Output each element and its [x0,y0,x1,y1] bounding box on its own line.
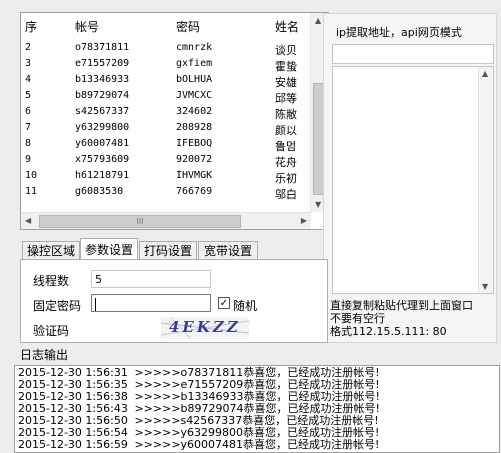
cell-password: cmnrzk [176,42,213,53]
proxy-note-line: 不要有空行 [330,312,385,325]
cell-account: h61218791 [75,170,130,181]
cell-name: 陈敝 [275,108,297,121]
scroll-up-icon[interactable]: ▲ [315,16,321,25]
cell-account: b89729074 [75,90,130,101]
cell-name: 花舟 [275,156,297,169]
header-password[interactable]: 密码 [176,18,200,35]
cell-index: 10 [25,170,38,181]
table-row[interactable]: 2 o78371811 cmnrzk 谈贝 [21,41,305,57]
cell-index: 5 [25,90,32,101]
cell-password: 208928 [176,122,213,133]
cell-name: 安雄 [275,76,297,89]
header-account[interactable]: 帐号 [75,18,99,35]
proxy-instructions: 直接复制粘贴代理到上面窗口 不要有空行 格式112.15.5.111: 80 [330,299,500,338]
cell-account: e71557209 [75,58,130,69]
threads-label: 线程数 [33,274,70,288]
table-row[interactable]: 7 y63299800 208928 颜以 [21,121,305,137]
table-row[interactable]: 8 y60007481 IFEBOQ 鲁멈 [21,137,305,153]
cell-password: 920072 [176,154,213,165]
header-index[interactable]: 序 [25,18,37,35]
log-output[interactable]: 2015-12-30 1:56:31 >>>>>o78371811恭喜您，已经成… [14,365,500,453]
scroll-down-icon[interactable]: ▼ [482,282,488,291]
cell-name: 邱等 [275,92,297,105]
cell-name: 谈贝 [275,44,297,57]
random-password-checkbox[interactable]: ✓ [218,297,230,309]
proxy-panel-title: ip提取地址，api网页模式 [336,26,462,39]
cell-password: IHVMGK [176,170,213,181]
cell-index: 3 [25,58,32,69]
table-row[interactable]: 11 g6083530 766769 邬白 [21,185,305,201]
cell-index: 4 [25,74,32,85]
proxy-note-line: 格式112.15.5.111: 80 [330,325,447,338]
table-row[interactable]: 9 x75793609 920072 花舟 [21,153,305,169]
proxy-list-scrollbar[interactable]: ▲ ▼ [478,67,493,293]
proxy-list-textarea[interactable]: ▲ ▼ [332,66,494,294]
cell-name: 霍蛰 [275,60,297,73]
cell-account: o78371811 [75,42,130,53]
scroll-grip: III [136,217,144,226]
cell-password: gxfiem [176,58,213,69]
tab-parameter-settings[interactable]: 参数设置 [80,238,138,261]
tab-control-area[interactable]: 操控区域 [22,241,80,260]
captcha-input[interactable] [91,319,159,337]
cell-index: 8 [25,138,32,149]
cell-name: 颜以 [275,124,297,137]
proxy-url-input[interactable] [332,44,494,64]
horizontal-scroll-thumb[interactable]: III [39,215,241,228]
cell-password: bOLHUA [176,74,213,85]
proxy-panel: ip提取地址，api网页模式 ▲ ▼ 直接复制粘贴代理到上面窗口 不要有空行 格… [323,13,497,343]
cell-account: x75793609 [75,154,130,165]
cell-index: 6 [25,106,32,117]
scroll-left-icon[interactable]: ◀ [25,216,31,225]
table-row[interactable]: 5 b89729074 JVMCXC 邱等 [21,89,305,105]
cell-password: IFEBOQ [176,138,213,149]
cell-index: 2 [25,42,32,53]
header-name[interactable]: 姓名 [275,18,299,35]
table-row[interactable]: 6 s42567337 324602 陈敝 [21,105,305,121]
cell-account: g6083530 [75,186,124,197]
log-title: 日志输出 [20,348,69,362]
table-row[interactable]: 3 e71557209 gxfiem 霍蛰 [21,57,305,73]
cell-password: 766769 [176,186,213,197]
table-horizontal-scrollbar[interactable]: ◀ III ▶ [21,212,311,229]
tab-captcha-settings[interactable]: 打码设置 [139,241,197,260]
scroll-down-icon[interactable]: ▼ [315,200,321,209]
threads-input[interactable]: 5 [91,270,211,288]
table-row[interactable]: 4 b13346933 bOLHUA 安雄 [21,73,305,89]
cell-name: 乐初 [275,172,297,185]
fixed-password-label: 固定密码 [33,299,82,313]
cell-account: s42567337 [75,106,130,117]
cell-name: 邬白 [275,188,297,201]
log-line: 2015-12-30 1:56:59 >>>>>y60007481恭喜您，已经成… [18,438,380,451]
tab-broadband-settings[interactable]: 宽带设置 [198,241,258,260]
cell-account: y60007481 [75,138,130,149]
cell-name: 鲁멈 [275,140,297,153]
cell-account: y63299800 [75,122,130,133]
cell-index: 7 [25,122,32,133]
parameter-settings-panel: 线程数 5 固定密码 ✓ 随机 验证码 4EKZZ [20,259,328,343]
cell-password: 324602 [176,106,213,117]
fixed-password-input[interactable] [91,294,211,312]
accounts-table[interactable]: 序 帐号 密码 姓名 2 o78371811 cmnrzk 谈贝 3 e7155… [20,12,329,230]
scroll-up-icon[interactable]: ▲ [482,69,488,78]
captcha-label: 验证码 [33,324,70,338]
cell-index: 9 [25,154,32,165]
table-header: 序 帐号 密码 姓名 [21,13,328,35]
proxy-note-line: 直接复制粘贴代理到上面窗口 [330,299,473,312]
captcha-text: 4EKZZ [169,318,241,336]
cell-password: JVMCXC [176,90,213,101]
table-row[interactable]: 10 h61218791 IHVMGK 乐初 [21,169,305,185]
cell-account: b13346933 [75,74,130,85]
random-password-label[interactable]: 随机 [233,297,257,314]
cell-index: 11 [25,186,38,197]
captcha-image[interactable]: 4EKZZ [161,317,249,339]
scroll-right-icon[interactable]: ▶ [301,216,307,225]
